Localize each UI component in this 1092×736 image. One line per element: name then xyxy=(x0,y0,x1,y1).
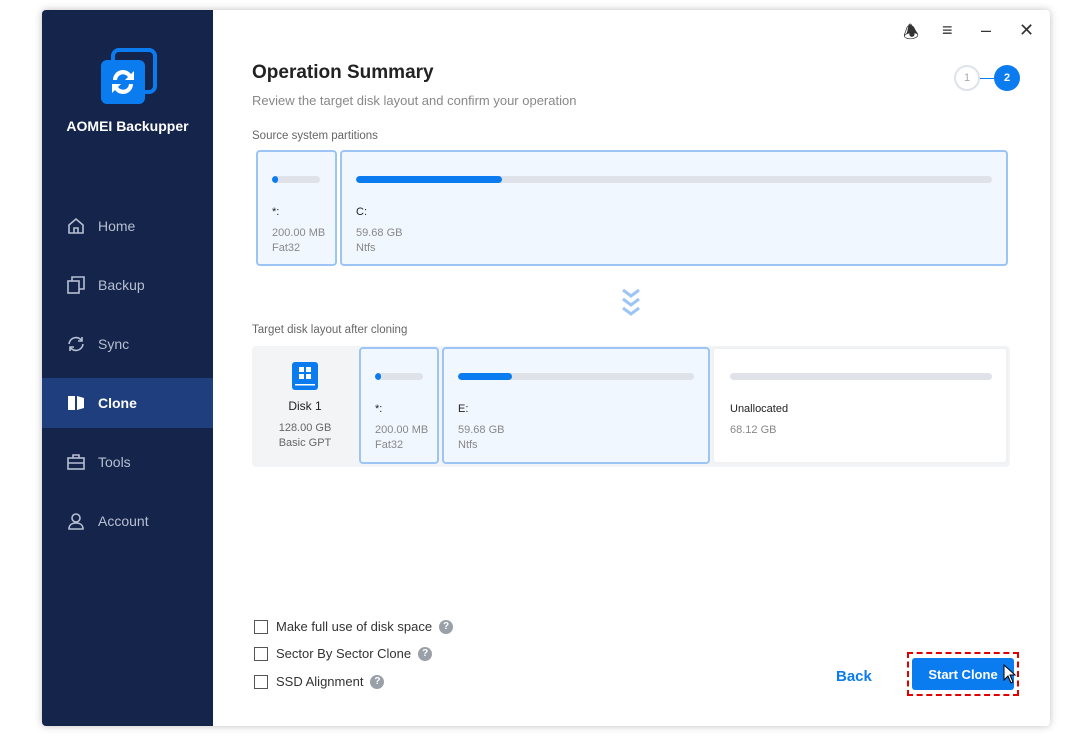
option-label: Sector By Sector Clone xyxy=(276,646,412,661)
main-panel: 🕭 ≡ – ✕ Operation Summary Review the tar… xyxy=(213,10,1050,726)
help-icon[interactable]: ? xyxy=(418,646,433,661)
source-partition-2[interactable]: C: 59.68 GB Ntfs xyxy=(340,150,1008,266)
sidebar-item-backup[interactable]: Backup xyxy=(42,260,213,310)
source-label: Source system partitions xyxy=(252,130,378,142)
sidebar-item-home[interactable]: Home xyxy=(42,201,213,251)
checkbox[interactable] xyxy=(254,674,268,689)
app-name: AOMEI Backupper xyxy=(66,118,189,134)
sidebar-item-account[interactable]: Account xyxy=(42,496,213,546)
option-label: Make full use of disk space xyxy=(276,619,433,634)
option-full-disk-space[interactable]: Make full use of disk space? xyxy=(254,619,454,634)
target-disk-row: Disk 1 128.00 GB Basic GPT *: 200.00 MB Fa… xyxy=(252,346,1010,467)
partition-info: 200.00 MB Fat32 xyxy=(375,424,429,451)
checkbox[interactable] xyxy=(254,646,268,661)
sidebar-item-label: Home xyxy=(98,218,136,234)
disk-details: 128.00 GB Basic GPT xyxy=(278,422,332,449)
step-1: 1 xyxy=(954,65,980,91)
disk-info: Disk 1 128.00 GB Basic GPT xyxy=(252,346,358,451)
target-label: Target disk layout after cloning xyxy=(252,324,408,336)
mouse-cursor-icon xyxy=(1003,664,1017,684)
help-icon[interactable]: ? xyxy=(439,619,454,634)
sidebar-item-label: Sync xyxy=(98,336,130,352)
sidebar-item-label: Tools xyxy=(98,454,131,470)
option-label: SSD Alignment xyxy=(276,674,364,689)
aomei-logo-icon xyxy=(101,48,157,104)
partition-size: 68.12 GB xyxy=(730,424,777,436)
clone-icon xyxy=(68,396,84,410)
start-clone-button[interactable]: Start Clone xyxy=(912,658,1014,690)
help-icon[interactable]: ? xyxy=(370,674,385,689)
account-icon xyxy=(68,513,84,530)
partition-name: C: xyxy=(356,206,367,218)
back-button[interactable]: Back xyxy=(836,668,872,685)
minimize-icon[interactable]: – xyxy=(981,20,991,41)
usage-fill xyxy=(272,176,278,183)
partition-name: E: xyxy=(458,403,469,415)
partition-name: *: xyxy=(272,206,280,218)
target-partition-1[interactable]: *: 200.00 MB Fat32 xyxy=(359,347,439,464)
option-sector-by-sector[interactable]: Sector By Sector Clone? xyxy=(254,646,433,661)
tools-icon xyxy=(67,454,85,470)
target-partition-2[interactable]: E: 59.68 GB Ntfs xyxy=(442,347,710,464)
partition-name: Unallocated xyxy=(730,403,789,415)
home-icon xyxy=(68,217,84,234)
partition-name: *: xyxy=(375,403,383,415)
page-subtitle: Review the target disk layout and confir… xyxy=(252,93,577,108)
sidebar-item-label: Account xyxy=(98,513,149,529)
sidebar: AOMEI Backupper Home Backup Sync Clone T… xyxy=(42,10,213,726)
app-window: AOMEI Backupper Home Backup Sync Clone T… xyxy=(42,10,1050,726)
page-title: Operation Summary xyxy=(252,62,434,83)
usage-fill xyxy=(458,373,513,380)
sync-icon xyxy=(68,336,84,352)
partition-info: 59.68 GB Ntfs xyxy=(356,227,403,254)
disk-icon xyxy=(292,362,318,390)
unallocated-space[interactable]: Unallocated 68.12 GB xyxy=(712,347,1008,464)
sidebar-item-sync[interactable]: Sync xyxy=(42,319,213,369)
backup-icon xyxy=(67,276,85,294)
sidebar-item-label: Backup xyxy=(98,277,145,293)
sidebar-item-clone[interactable]: Clone xyxy=(42,378,213,428)
sidebar-item-tools[interactable]: Tools xyxy=(42,437,213,487)
disk-name: Disk 1 xyxy=(288,399,322,413)
source-partition-1[interactable]: *: 200.00 MB Fat32 xyxy=(256,150,337,266)
sidebar-item-label: Clone xyxy=(98,395,137,411)
close-icon[interactable]: ✕ xyxy=(1019,20,1034,41)
step-2: 2 xyxy=(994,65,1020,91)
usage-fill xyxy=(375,373,381,380)
chevrons-down-icon xyxy=(622,288,640,316)
usage-fill xyxy=(356,176,503,183)
partition-info: 200.00 MB Fat32 xyxy=(272,227,326,254)
checkbox[interactable] xyxy=(254,619,268,634)
menu-icon[interactable]: ≡ xyxy=(942,20,953,41)
bell-icon[interactable]: 🕭 xyxy=(903,20,919,50)
partition-info: 59.68 GB Ntfs xyxy=(458,424,505,451)
option-ssd-alignment[interactable]: SSD Alignment? xyxy=(254,674,385,689)
